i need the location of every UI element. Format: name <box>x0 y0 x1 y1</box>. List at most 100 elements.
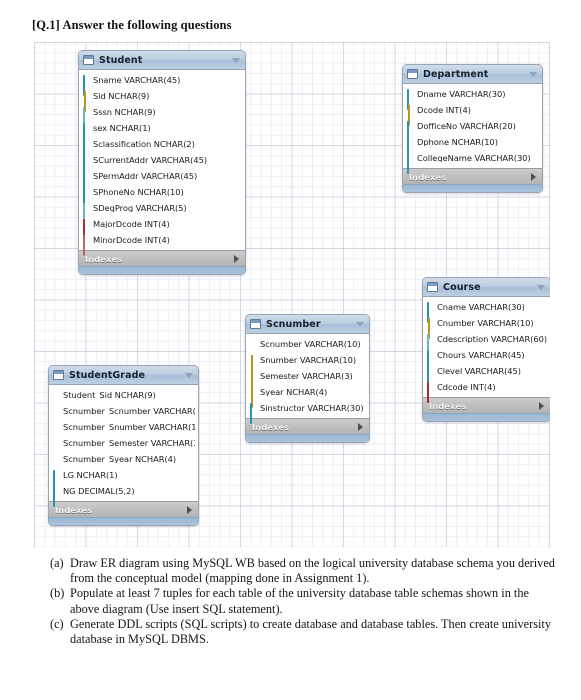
column-row[interactable]: Dcode INT(4) <box>403 102 542 126</box>
indexes-label: Indexes <box>252 421 290 432</box>
column-label: Cname VARCHAR(30) <box>437 302 525 312</box>
column-label: Scnumber_Scnumber VARCHAR(10) <box>63 406 195 416</box>
table-icon <box>53 370 64 380</box>
column-row[interactable]: SDegProg VARCHAR(5) <box>79 200 245 224</box>
column-row[interactable]: Sclassification NCHAR(2) <box>79 136 245 160</box>
column-row[interactable]: Scnumber_Scnumber VARCHAR(10) <box>49 403 198 419</box>
column-row[interactable]: NG DECIMAL(5,2) <box>49 483 198 507</box>
table-header[interactable]: Course <box>423 278 550 297</box>
answer-item: (b) Populate at least 7 tuples for each t… <box>50 586 558 616</box>
column-label: Snumber VARCHAR(10) <box>260 355 357 365</box>
column-row[interactable]: Semester VARCHAR(3) <box>246 368 369 392</box>
indexes-section[interactable]: Indexes <box>423 397 550 413</box>
column-row[interactable]: Cnumber VARCHAR(10) <box>423 315 550 339</box>
column-row[interactable]: sex NCHAR(1) <box>79 120 245 144</box>
column-label: Syear NCHAR(4) <box>260 387 328 397</box>
er-diagram-canvas[interactable]: Student Sname VARCHAR(45) Sid NCHAR(9) Sssn… <box>34 42 550 547</box>
column-row[interactable]: Dphone NCHAR(10) <box>403 134 542 158</box>
column-row[interactable]: Sssn NCHAR(9) <box>79 104 245 128</box>
column-row[interactable]: Clevel VARCHAR(45) <box>423 363 550 387</box>
answer-item: (a) Draw ER diagram using MySQL WB based … <box>50 556 558 586</box>
answer-text: Populate at least 7 tuples for each tabl… <box>70 586 529 616</box>
column-row[interactable]: MinorDcode INT(4) <box>79 232 245 256</box>
chevron-down-icon[interactable] <box>529 71 537 77</box>
table-title: Department <box>423 68 489 80</box>
column-row[interactable]: Cname VARCHAR(30) <box>423 299 550 323</box>
chevron-right-icon[interactable] <box>539 401 544 410</box>
answer-marker: (c) <box>50 616 64 631</box>
column-row[interactable]: Scnumber VARCHAR(10) <box>246 336 369 352</box>
page-root: [Q.1] Answer the following questions Stu… <box>0 0 581 700</box>
table-icon <box>83 55 94 65</box>
no-key-icon <box>52 455 61 464</box>
indexes-section[interactable]: Indexes <box>246 418 369 434</box>
table-header[interactable]: Department <box>403 65 542 84</box>
indexes-section[interactable]: Indexes <box>403 168 542 184</box>
db-table-student[interactable]: Student Sname VARCHAR(45) Sid NCHAR(9) Sssn… <box>78 50 246 275</box>
diamond-hollow-icon <box>82 106 91 128</box>
diamond-red-icon <box>426 381 435 403</box>
chevron-down-icon[interactable] <box>356 321 364 327</box>
db-table-scnumber[interactable]: Scnumber Scnumber VARCHAR(10) Snumber VARC… <box>245 314 370 443</box>
column-row[interactable]: Cdcode INT(4) <box>423 379 550 403</box>
table-title: Course <box>443 281 481 293</box>
column-label: LG NCHAR(1) <box>63 470 118 480</box>
column-row[interactable]: Scnumber_Semester VARCHAR(3) <box>49 435 198 451</box>
column-label: CollegeName VARCHAR(30) <box>417 153 531 163</box>
table-columns: Sname VARCHAR(45) Sid NCHAR(9) Sssn NCHAR(… <box>79 70 245 256</box>
key-yellow-icon <box>82 90 91 112</box>
db-table-department[interactable]: Department Dname VARCHAR(30) Dcode INT(4) D… <box>402 64 543 193</box>
column-row[interactable]: Sid NCHAR(9) <box>79 88 245 112</box>
indexes-label: Indexes <box>409 171 447 182</box>
column-row[interactable]: MajorDcode INT(4) <box>79 216 245 240</box>
column-label: SPermAddr VARCHAR(45) <box>93 171 198 181</box>
chevron-down-icon[interactable] <box>232 57 240 63</box>
diamond-cyan-icon <box>82 186 91 208</box>
key-yellow-icon <box>249 386 258 408</box>
chevron-right-icon[interactable] <box>187 505 192 514</box>
column-row[interactable]: Sname VARCHAR(45) <box>79 72 245 96</box>
key-yellow-icon <box>249 354 258 376</box>
indexes-section[interactable]: Indexes <box>49 501 198 517</box>
chevron-right-icon[interactable] <box>358 422 363 431</box>
column-row[interactable]: Scnumber_Snumber VARCHAR(10) <box>49 419 198 435</box>
table-columns: Scnumber VARCHAR(10) Snumber VARCHAR(10) S… <box>246 334 369 424</box>
chevron-right-icon[interactable] <box>531 172 536 181</box>
column-row[interactable]: Scnumber_Syear NCHAR(4) <box>49 451 198 467</box>
column-row[interactable]: DofficeNo VARCHAR(20) <box>403 118 542 142</box>
table-columns: Student_Sid NCHAR(9) Scnumber_Scnumber VA… <box>49 385 198 507</box>
column-row[interactable]: Sinstructor VARCHAR(30) <box>246 400 369 424</box>
chevron-down-icon[interactable] <box>537 284 545 290</box>
column-row[interactable]: Chours VARCHAR(45) <box>423 347 550 371</box>
column-row[interactable]: LG NCHAR(1) <box>49 467 198 491</box>
column-row[interactable]: Syear NCHAR(4) <box>246 384 369 408</box>
indexes-section[interactable]: Indexes <box>79 250 245 266</box>
chevron-right-icon[interactable] <box>234 254 239 263</box>
column-row[interactable]: SPhoneNo NCHAR(10) <box>79 184 245 208</box>
table-header[interactable]: Scnumber <box>246 315 369 334</box>
table-icon <box>250 319 261 329</box>
column-row[interactable]: Dname VARCHAR(30) <box>403 86 542 110</box>
column-row[interactable]: Snumber VARCHAR(10) <box>246 352 369 376</box>
db-table-studentgrade[interactable]: StudentGrade Student_Sid NCHAR(9) Scnumber… <box>48 365 199 526</box>
column-label: MajorDcode INT(4) <box>93 219 170 229</box>
column-row[interactable]: Student_Sid NCHAR(9) <box>49 387 198 403</box>
column-label: Semester VARCHAR(3) <box>260 371 353 381</box>
key-yellow-icon <box>406 104 415 126</box>
table-header[interactable]: Student <box>79 51 245 70</box>
column-label: Cdcode INT(4) <box>437 382 496 392</box>
answer-text: Draw ER diagram using MySQL WB based on … <box>70 556 555 586</box>
answer-item: (c) Generate DDL scripts (SQL scripts) to… <box>50 617 558 647</box>
column-label: Scnumber_Semester VARCHAR(3) <box>63 438 195 448</box>
column-row[interactable]: CollegeName VARCHAR(30) <box>403 150 542 174</box>
chevron-down-icon[interactable] <box>185 372 193 378</box>
column-row[interactable]: SCurrentAddr VARCHAR(45) <box>79 152 245 176</box>
table-header[interactable]: StudentGrade <box>49 366 198 385</box>
column-label: SCurrentAddr VARCHAR(45) <box>93 155 208 165</box>
db-table-course[interactable]: Course Cname VARCHAR(30) Cnumber VARCHAR(1… <box>422 277 550 422</box>
column-label: Sid NCHAR(9) <box>93 91 150 101</box>
column-row[interactable]: SPermAddr VARCHAR(45) <box>79 168 245 192</box>
diamond-cyan-icon <box>52 469 61 491</box>
diamond-cyan-icon <box>52 485 61 507</box>
column-row[interactable]: Cdescription VARCHAR(60) <box>423 331 550 355</box>
